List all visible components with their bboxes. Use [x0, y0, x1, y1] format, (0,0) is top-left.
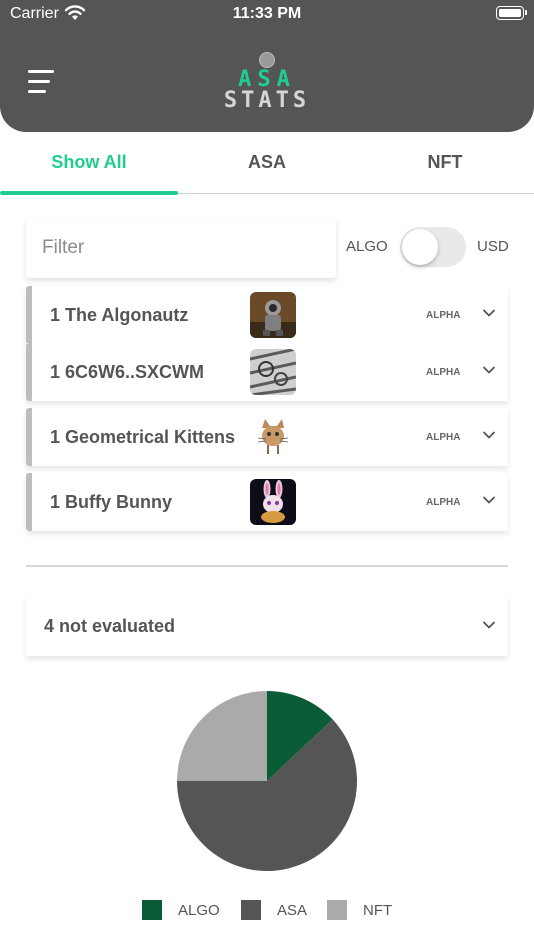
astronaut-nft-thumbnail — [250, 292, 296, 338]
legend-swatch-algo — [142, 900, 162, 920]
legend-swatch-nft — [327, 900, 347, 920]
item-name: 1 6C6W6..SXCWM — [50, 362, 205, 382]
legend-label-nft: NFT — [363, 901, 393, 919]
tab-show-all[interactable]: Show All — [0, 152, 178, 173]
currency-toggle[interactable] — [400, 227, 466, 267]
active-tab-indicator — [0, 191, 178, 195]
section-divider — [26, 565, 508, 567]
kitten-nft-thumbnail — [250, 414, 296, 460]
not-evaluated-label: 4 not evaluated — [44, 615, 176, 636]
battery-icon — [496, 6, 527, 20]
filter-input[interactable] — [26, 218, 336, 278]
chevron-down-icon[interactable] — [482, 493, 496, 507]
legend-label-asa: ASA — [277, 901, 308, 919]
chevron-down-icon[interactable] — [482, 363, 496, 377]
chevron-down-icon[interactable] — [482, 306, 496, 320]
item-tag: ALPHA — [426, 431, 461, 443]
legend-item-algo: ALGO — [142, 900, 220, 920]
list-item[interactable]: 1 The Algonautz ALPHA — [26, 286, 508, 344]
app-header: Carrier 11:33 PM ASA STATS — [0, 0, 534, 132]
item-accent-bar — [26, 286, 32, 344]
item-tag: ALPHA — [426, 366, 461, 378]
item-tag: ALPHA — [426, 309, 461, 321]
item-name: 1 Buffy Bunny — [50, 492, 173, 512]
list-item[interactable]: 1 Geometrical Kittens ALPHA — [26, 408, 508, 466]
pie-slice-nft — [177, 691, 267, 781]
legend-label-algo: ALGO — [178, 901, 220, 919]
hamburger-menu-icon[interactable] — [28, 70, 56, 96]
item-tag: ALPHA — [426, 496, 461, 508]
tab-nft[interactable]: NFT — [356, 152, 534, 173]
mechanical-nft-thumbnail — [250, 349, 296, 395]
chevron-down-icon[interactable] — [482, 618, 496, 632]
asa-stats-logo: ASA STATS — [212, 52, 322, 114]
globe-icon — [259, 52, 275, 68]
status-bar: Carrier 11:33 PM — [0, 0, 534, 30]
logo-text-stats: STATS — [223, 88, 311, 113]
list-item[interactable]: 1 6C6W6..SXCWM ALPHA — [26, 343, 508, 401]
bunny-nft-thumbnail — [250, 479, 296, 525]
tab-asa[interactable]: ASA — [178, 152, 356, 173]
legend-swatch-asa — [241, 900, 261, 920]
list-item[interactable]: 1 Buffy Bunny ALPHA — [26, 473, 508, 531]
legend-item-asa: ASA — [241, 900, 307, 920]
item-accent-bar — [26, 343, 32, 401]
currency-usd-label: USD — [477, 238, 509, 255]
asset-tabs: Show All ASA NFT — [0, 132, 534, 195]
item-name: 1 The Algonautz — [50, 305, 189, 325]
toggle-knob — [402, 229, 438, 265]
chart-legend: ALGO ASA NFT — [0, 900, 534, 922]
item-accent-bar — [26, 408, 32, 466]
currency-algo-label: ALGO — [346, 238, 388, 255]
not-evaluated-row[interactable]: 4 not evaluated — [26, 596, 508, 656]
item-accent-bar — [26, 473, 32, 531]
filter-box — [26, 218, 336, 278]
legend-item-nft: NFT — [327, 900, 392, 920]
status-time: 11:33 PM — [232, 5, 302, 22]
portfolio-pie-chart — [177, 691, 357, 871]
chevron-down-icon[interactable] — [482, 428, 496, 442]
logo-text-asa: ASA — [238, 67, 296, 92]
item-name: 1 Geometrical Kittens — [50, 427, 236, 447]
